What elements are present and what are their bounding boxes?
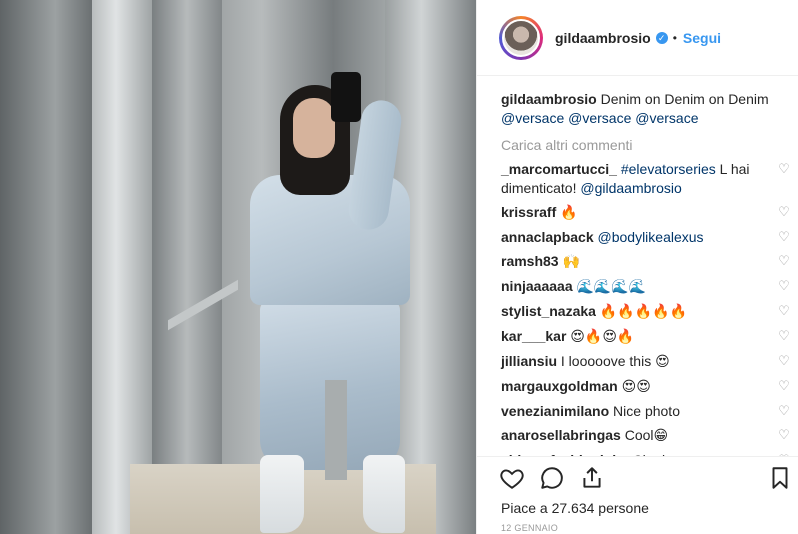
post-photo[interactable]	[0, 0, 476, 534]
comment-emoji: 😍🔥😍🔥	[570, 328, 635, 345]
bookmark-icon[interactable]	[767, 465, 793, 491]
header-separator: •	[672, 30, 677, 45]
small-heart-icon[interactable]: ♡	[777, 403, 791, 418]
boot-left	[260, 455, 304, 533]
comment-rows: _marcomartucci_ #elevatorseries L hai di…	[501, 160, 798, 456]
comment-emoji: 🌊🌊🌊🌊	[576, 278, 647, 295]
comment-text: Nice photo	[613, 402, 680, 419]
comment-row: ramsh83 🙌 ♡	[501, 252, 791, 272]
comment-row: venezianimilano Nice photo ♡	[501, 402, 791, 421]
share-arrow-icon[interactable]	[579, 465, 605, 491]
load-more-comments-button[interactable]: Carica altri commenti	[501, 136, 798, 154]
elevator-wall-panel	[0, 0, 92, 534]
caption-mentions[interactable]: @versace @versace @versace	[501, 110, 698, 126]
comment-row: _marcomartucci_ #elevatorseries L hai di…	[501, 160, 791, 197]
comment-username[interactable]: kar___kar	[501, 328, 566, 344]
small-heart-icon[interactable]: ♡	[777, 328, 791, 343]
comment-emoji: 😍	[655, 353, 670, 370]
comment-emoji: 😁	[653, 427, 669, 444]
small-heart-icon[interactable]: ♡	[777, 427, 791, 442]
elevator-wall-panel	[152, 0, 222, 534]
comment-row: kar___kar 😍🔥😍🔥 ♡	[501, 327, 791, 347]
comment-username[interactable]: krissraff	[501, 204, 556, 220]
comment-emoji: 🔥	[560, 204, 578, 221]
elevator-wall-panel	[92, 0, 152, 534]
phone	[331, 72, 361, 122]
face	[293, 98, 335, 158]
header-username[interactable]: gildaambrosio	[555, 30, 651, 46]
likes-count[interactable]: Piace a 27.634 persone	[501, 500, 649, 516]
comment-emoji: 🙌	[562, 253, 580, 270]
comment-emoji: 🔥🔥🔥🔥🔥	[599, 303, 688, 320]
person-figure	[235, 72, 425, 534]
comment-username[interactable]: margauxgoldman	[501, 378, 618, 394]
comment-row: annaclapback @bodylikealexus ♡	[501, 228, 791, 247]
caption-username[interactable]: gildaambrosio	[501, 91, 597, 107]
comment-text: Cool	[624, 426, 654, 443]
caption-text: Denim on Denim on Denim	[600, 91, 769, 107]
comment-username[interactable]: venezianimilano	[501, 403, 609, 419]
small-heart-icon[interactable]: ♡	[777, 378, 791, 393]
small-heart-icon[interactable]: ♡	[777, 162, 791, 176]
small-heart-icon[interactable]: ♡	[777, 278, 791, 293]
boot-right	[363, 455, 405, 533]
post-side-panel: gildaambrosio ✓ • Segui gildaambrosio De…	[476, 0, 798, 534]
small-heart-icon[interactable]: ♡	[777, 253, 791, 268]
comments-list[interactable]: gildaambrosio Denim on Denim on Denim @v…	[477, 76, 798, 456]
leg-gap	[325, 380, 347, 480]
post-date[interactable]: 12 GENNAIO	[501, 523, 558, 533]
comment-username[interactable]: ramsh83	[501, 253, 559, 269]
comment-row: ninjaaaaaa 🌊🌊🌊🌊 ♡	[501, 277, 791, 297]
post-caption: gildaambrosio Denim on Denim on Denim @v…	[501, 90, 781, 128]
comment-mention-link[interactable]: #elevatorseries	[621, 161, 716, 177]
comment-row: krissraff 🔥 ♡	[501, 203, 791, 223]
comment-username[interactable]: annaclapback	[501, 229, 594, 245]
post-header: gildaambrosio ✓ • Segui	[477, 0, 798, 76]
comment-username[interactable]: stylist_nazaka	[501, 303, 596, 319]
comment-emoji: 😍😍	[621, 378, 651, 395]
comment-row: stylist_nazaka 🔥🔥🔥🔥🔥 ♡	[501, 302, 791, 322]
comment-mention-link[interactable]: @gildaambrosio	[580, 180, 681, 196]
comment-username[interactable]: ninjaaaaaa	[501, 278, 573, 294]
action-bar	[477, 456, 798, 496]
heart-outline-icon[interactable]	[499, 465, 525, 491]
small-heart-icon[interactable]: ♡	[777, 229, 791, 244]
avatar[interactable]	[499, 15, 543, 60]
verified-badge-icon: ✓	[655, 31, 668, 44]
comment-row: jilliansiu I looooove this 😍 ♡	[501, 352, 791, 372]
comment-username[interactable]: _marcomartucci_	[501, 161, 617, 177]
avatar-image	[502, 18, 540, 57]
comment-mention-link[interactable]: @bodylikealexus	[598, 229, 704, 245]
small-heart-icon[interactable]: ♡	[777, 303, 791, 318]
comment-username[interactable]: jilliansiu	[501, 353, 557, 369]
comment-row: anarosellabringas Cool😁 ♡	[501, 426, 791, 446]
small-heart-icon[interactable]: ♡	[777, 353, 791, 368]
follow-button[interactable]: Segui	[683, 30, 721, 46]
small-heart-icon[interactable]: ♡	[777, 204, 791, 219]
speech-bubble-icon[interactable]	[539, 465, 565, 491]
comment-username[interactable]: anarosellabringas	[501, 427, 621, 443]
comment-row: margauxgoldman 😍😍 ♡	[501, 377, 791, 397]
comment-text: I looooove this	[560, 352, 656, 369]
